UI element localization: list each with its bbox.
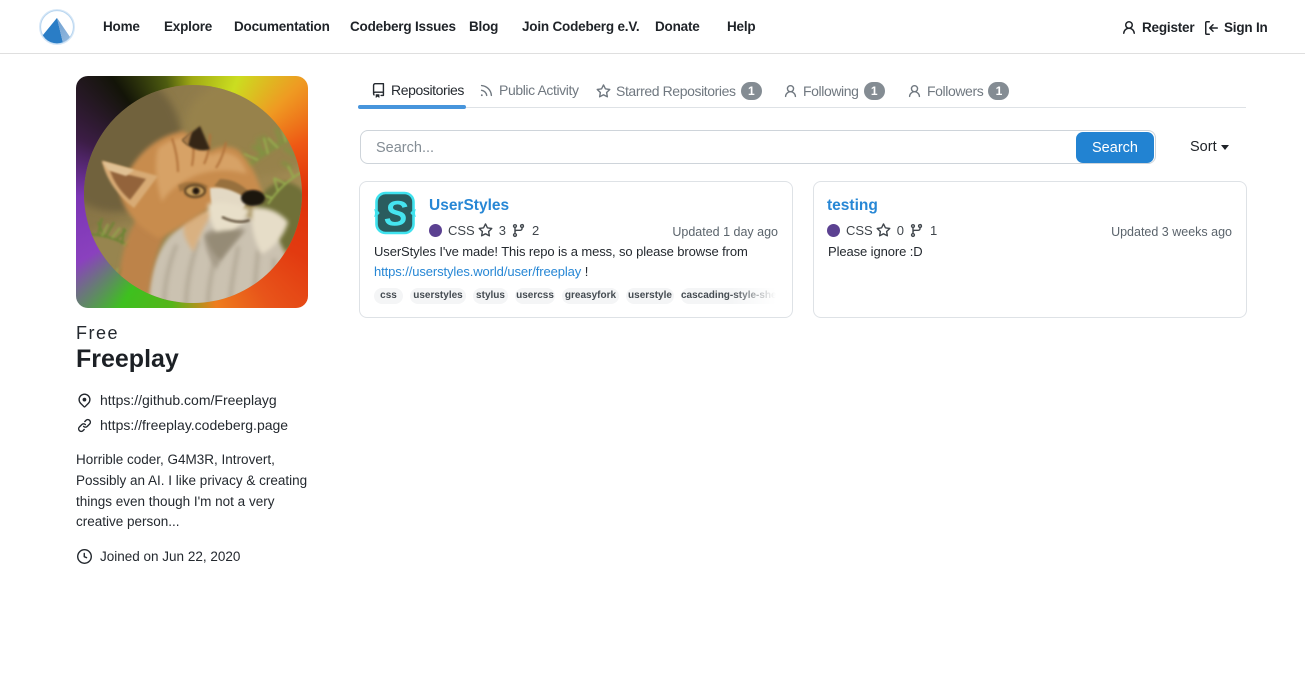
svg-text:S: S (384, 195, 407, 234)
